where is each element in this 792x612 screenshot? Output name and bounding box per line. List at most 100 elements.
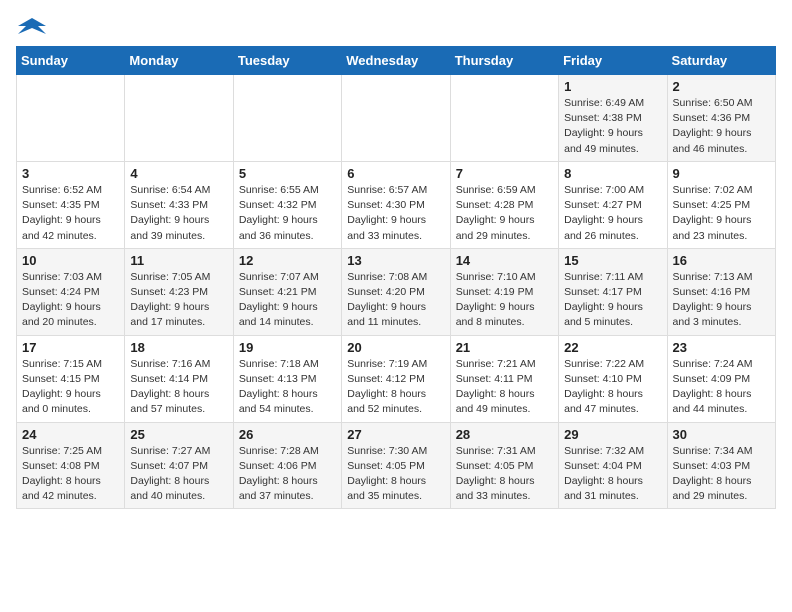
col-header-monday: Monday — [125, 47, 233, 75]
day-info: Sunrise: 6:57 AM Sunset: 4:30 PM Dayligh… — [347, 183, 444, 244]
col-header-sunday: Sunday — [17, 47, 125, 75]
day-number: 11 — [130, 253, 227, 268]
day-number: 6 — [347, 166, 444, 181]
day-info: Sunrise: 7:19 AM Sunset: 4:12 PM Dayligh… — [347, 357, 444, 418]
day-number: 13 — [347, 253, 444, 268]
day-number: 27 — [347, 427, 444, 442]
day-cell: 2Sunrise: 6:50 AM Sunset: 4:36 PM Daylig… — [667, 75, 775, 162]
day-cell: 29Sunrise: 7:32 AM Sunset: 4:04 PM Dayli… — [559, 422, 667, 509]
day-info: Sunrise: 7:00 AM Sunset: 4:27 PM Dayligh… — [564, 183, 661, 244]
day-cell: 23 Sunrise: 7:24 AM Sunset: 4:09 PM Dayli… — [667, 335, 775, 422]
day-cell: 16 Sunrise: 7:13 AM Sunset: 4:16 PM Dayli… — [667, 248, 775, 335]
day-info: Sunrise: 7:08 AM Sunset: 4:20 PM Dayligh… — [347, 270, 444, 331]
day-number: 25 — [130, 427, 227, 442]
day-cell — [233, 75, 341, 162]
day-cell: 18 Sunrise: 7:16 AM Sunset: 4:14 PM Dayli… — [125, 335, 233, 422]
day-number: 23 — [673, 340, 770, 355]
week-row-5: 24 Sunrise: 7:25 AM Sunset: 4:08 PM Dayli… — [17, 422, 776, 509]
day-info: Sunrise: 6:59 AM Sunset: 4:28 PM Dayligh… — [456, 183, 553, 244]
day-cell — [342, 75, 450, 162]
day-cell: 4 Sunrise: 6:54 AM Sunset: 4:33 PM Daylig… — [125, 161, 233, 248]
col-header-friday: Friday — [559, 47, 667, 75]
day-info: Sunrise: 7:16 AM Sunset: 4:14 PM Dayligh… — [130, 357, 227, 418]
day-number: 24 — [22, 427, 119, 442]
day-cell: 6 Sunrise: 6:57 AM Sunset: 4:30 PM Daylig… — [342, 161, 450, 248]
day-cell: 27 Sunrise: 7:30 AM Sunset: 4:05 PM Dayli… — [342, 422, 450, 509]
day-cell: 8 Sunrise: 7:00 AM Sunset: 4:27 PM Daylig… — [559, 161, 667, 248]
day-cell: 26Sunrise: 7:28 AM Sunset: 4:06 PM Dayli… — [233, 422, 341, 509]
day-cell: 5 Sunrise: 6:55 AM Sunset: 4:32 PM Daylig… — [233, 161, 341, 248]
day-cell: 1 Sunrise: 6:49 AM Sunset: 4:38 PM Daylig… — [559, 75, 667, 162]
day-info: Sunrise: 6:55 AM Sunset: 4:32 PM Dayligh… — [239, 183, 336, 244]
day-info: Sunrise: 7:21 AM Sunset: 4:11 PM Dayligh… — [456, 357, 553, 418]
day-cell: 22 Sunrise: 7:22 AM Sunset: 4:10 PM Dayli… — [559, 335, 667, 422]
day-info: Sunrise: 7:15 AM Sunset: 4:15 PM Dayligh… — [22, 357, 119, 418]
day-cell: 14 Sunrise: 7:10 AM Sunset: 4:19 PM Dayli… — [450, 248, 558, 335]
day-number: 8 — [564, 166, 661, 181]
day-info: Sunrise: 7:24 AM Sunset: 4:09 PM Dayligh… — [673, 357, 770, 418]
col-header-saturday: Saturday — [667, 47, 775, 75]
day-cell — [17, 75, 125, 162]
day-cell: 30 Sunrise: 7:34 AM Sunset: 4:03 PM Dayli… — [667, 422, 775, 509]
day-cell: 28 Sunrise: 7:31 AM Sunset: 4:05 PM Dayli… — [450, 422, 558, 509]
day-info: Sunrise: 7:31 AM Sunset: 4:05 PM Dayligh… — [456, 444, 553, 505]
day-info: Sunrise: 6:50 AM Sunset: 4:36 PM Dayligh… — [673, 96, 770, 157]
day-cell: 20Sunrise: 7:19 AM Sunset: 4:12 PM Dayli… — [342, 335, 450, 422]
day-info: Sunrise: 7:34 AM Sunset: 4:03 PM Dayligh… — [673, 444, 770, 505]
day-number: 12 — [239, 253, 336, 268]
day-number: 1 — [564, 79, 661, 94]
day-number: 3 — [22, 166, 119, 181]
day-info: Sunrise: 7:27 AM Sunset: 4:07 PM Dayligh… — [130, 444, 227, 505]
day-cell: 7 Sunrise: 6:59 AM Sunset: 4:28 PM Daylig… — [450, 161, 558, 248]
day-number: 26 — [239, 427, 336, 442]
week-row-2: 3 Sunrise: 6:52 AM Sunset: 4:35 PM Daylig… — [17, 161, 776, 248]
day-info: Sunrise: 7:18 AM Sunset: 4:13 PM Dayligh… — [239, 357, 336, 418]
day-number: 10 — [22, 253, 119, 268]
day-info: Sunrise: 7:25 AM Sunset: 4:08 PM Dayligh… — [22, 444, 119, 505]
day-info: Sunrise: 6:49 AM Sunset: 4:38 PM Dayligh… — [564, 96, 661, 157]
day-info: Sunrise: 7:05 AM Sunset: 4:23 PM Dayligh… — [130, 270, 227, 331]
day-number: 28 — [456, 427, 553, 442]
day-number: 7 — [456, 166, 553, 181]
day-number: 16 — [673, 253, 770, 268]
header — [16, 16, 776, 38]
day-cell: 17 Sunrise: 7:15 AM Sunset: 4:15 PM Dayli… — [17, 335, 125, 422]
day-cell — [450, 75, 558, 162]
col-header-thursday: Thursday — [450, 47, 558, 75]
day-number: 14 — [456, 253, 553, 268]
day-info: Sunrise: 7:22 AM Sunset: 4:10 PM Dayligh… — [564, 357, 661, 418]
day-cell: 10Sunrise: 7:03 AM Sunset: 4:24 PM Dayli… — [17, 248, 125, 335]
day-info: Sunrise: 6:52 AM Sunset: 4:35 PM Dayligh… — [22, 183, 119, 244]
day-cell: 15 Sunrise: 7:11 AM Sunset: 4:17 PM Dayli… — [559, 248, 667, 335]
day-info: Sunrise: 7:13 AM Sunset: 4:16 PM Dayligh… — [673, 270, 770, 331]
day-cell: 21 Sunrise: 7:21 AM Sunset: 4:11 PM Dayli… — [450, 335, 558, 422]
col-header-wednesday: Wednesday — [342, 47, 450, 75]
day-number: 22 — [564, 340, 661, 355]
day-info: Sunrise: 7:07 AM Sunset: 4:21 PM Dayligh… — [239, 270, 336, 331]
day-cell — [125, 75, 233, 162]
day-number: 17 — [22, 340, 119, 355]
day-cell: 12 Sunrise: 7:07 AM Sunset: 4:21 PM Dayli… — [233, 248, 341, 335]
day-info: Sunrise: 6:54 AM Sunset: 4:33 PM Dayligh… — [130, 183, 227, 244]
day-info: Sunrise: 7:32 AM Sunset: 4:04 PM Dayligh… — [564, 444, 661, 505]
day-number: 4 — [130, 166, 227, 181]
day-number: 19 — [239, 340, 336, 355]
col-header-tuesday: Tuesday — [233, 47, 341, 75]
day-number: 18 — [130, 340, 227, 355]
day-cell: 19 Sunrise: 7:18 AM Sunset: 4:13 PM Dayli… — [233, 335, 341, 422]
day-number: 21 — [456, 340, 553, 355]
day-cell: 11 Sunrise: 7:05 AM Sunset: 4:23 PM Dayli… — [125, 248, 233, 335]
day-info: Sunrise: 7:02 AM Sunset: 4:25 PM Dayligh… — [673, 183, 770, 244]
day-info: Sunrise: 7:30 AM Sunset: 4:05 PM Dayligh… — [347, 444, 444, 505]
day-number: 5 — [239, 166, 336, 181]
day-number: 30 — [673, 427, 770, 442]
day-cell: 3 Sunrise: 6:52 AM Sunset: 4:35 PM Daylig… — [17, 161, 125, 248]
week-row-4: 17 Sunrise: 7:15 AM Sunset: 4:15 PM Dayli… — [17, 335, 776, 422]
day-cell: 13 Sunrise: 7:08 AM Sunset: 4:20 PM Dayli… — [342, 248, 450, 335]
logo-bird-icon — [18, 16, 46, 38]
day-cell: 24 Sunrise: 7:25 AM Sunset: 4:08 PM Dayli… — [17, 422, 125, 509]
day-number: 9 — [673, 166, 770, 181]
day-number: 15 — [564, 253, 661, 268]
day-info: Sunrise: 7:10 AM Sunset: 4:19 PM Dayligh… — [456, 270, 553, 331]
day-info: Sunrise: 7:11 AM Sunset: 4:17 PM Dayligh… — [564, 270, 661, 331]
